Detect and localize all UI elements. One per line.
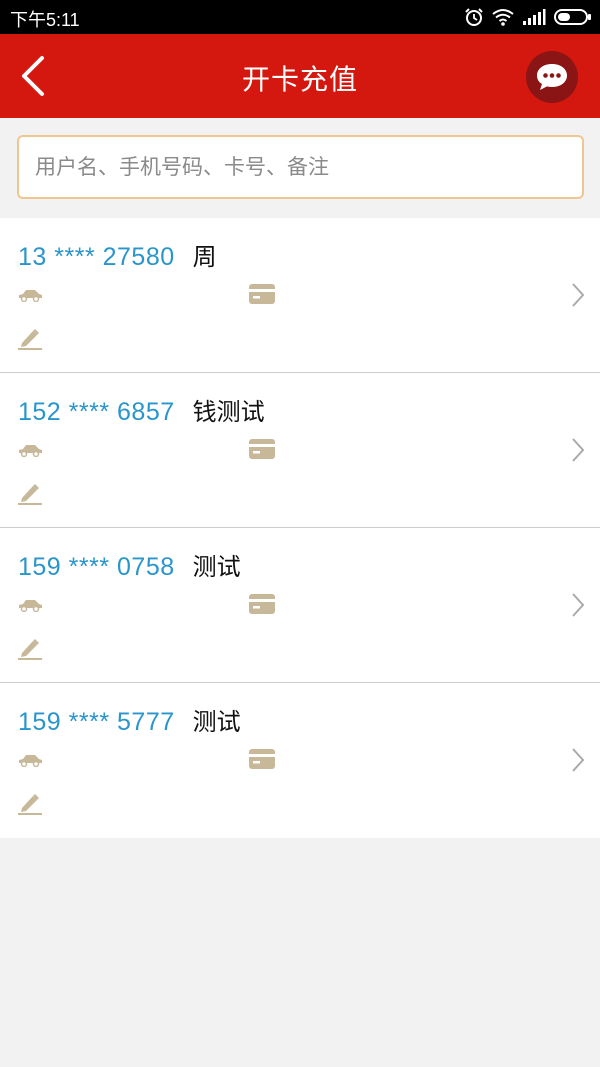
card-icon: [249, 284, 275, 304]
wifi-icon: [492, 9, 514, 26]
car-icon: [19, 600, 42, 612]
card-icon: [249, 594, 275, 614]
list-item[interactable]: 159 **** 5777 测试: [0, 683, 600, 838]
status-time: 下午5:11: [10, 10, 80, 30]
search-area: [0, 118, 600, 218]
customer-name: 测试: [192, 553, 241, 581]
pencil-icon: [18, 794, 42, 815]
card-icon: [249, 439, 275, 459]
customer-list: 13 **** 27580 周 152 **** 6857 钱测试 159 **…: [0, 218, 600, 838]
car-icon: [19, 445, 42, 457]
car-icon: [19, 755, 42, 767]
status-bar: 下午5:11: [0, 0, 600, 34]
phone-number: 159 **** 0758: [18, 553, 175, 581]
chevron-right-icon: [572, 748, 585, 772]
card-icon: [249, 749, 275, 769]
alarm-icon: [465, 8, 483, 26]
pencil-icon: [18, 639, 42, 660]
car-icon: [19, 290, 42, 302]
app-bar: 开卡充值: [0, 34, 600, 118]
search-input[interactable]: [17, 135, 584, 199]
status-icons: [464, 6, 592, 28]
customer-name: 钱测试: [192, 398, 265, 426]
message-button[interactable]: [526, 51, 578, 103]
phone-number: 152 **** 6857: [18, 398, 175, 426]
chevron-right-icon: [572, 283, 585, 307]
page-title: 开卡充值: [241, 63, 358, 96]
pencil-icon: [18, 329, 42, 350]
signal-icon: [523, 9, 546, 25]
customer-name: 测试: [192, 708, 241, 736]
phone-number: 13 **** 27580: [18, 243, 175, 271]
battery-icon: [554, 9, 591, 25]
list-item[interactable]: 159 **** 0758 测试: [0, 528, 600, 683]
chevron-right-icon: [572, 593, 585, 617]
list-item[interactable]: 13 **** 27580 周: [0, 218, 600, 373]
phone-number: 159 **** 5777: [18, 708, 175, 736]
chevron-right-icon: [572, 438, 585, 462]
pencil-icon: [18, 484, 42, 505]
chat-bubble-icon: [537, 64, 567, 90]
list-item[interactable]: 152 **** 6857 钱测试: [0, 373, 600, 528]
customer-name: 周: [192, 243, 217, 271]
